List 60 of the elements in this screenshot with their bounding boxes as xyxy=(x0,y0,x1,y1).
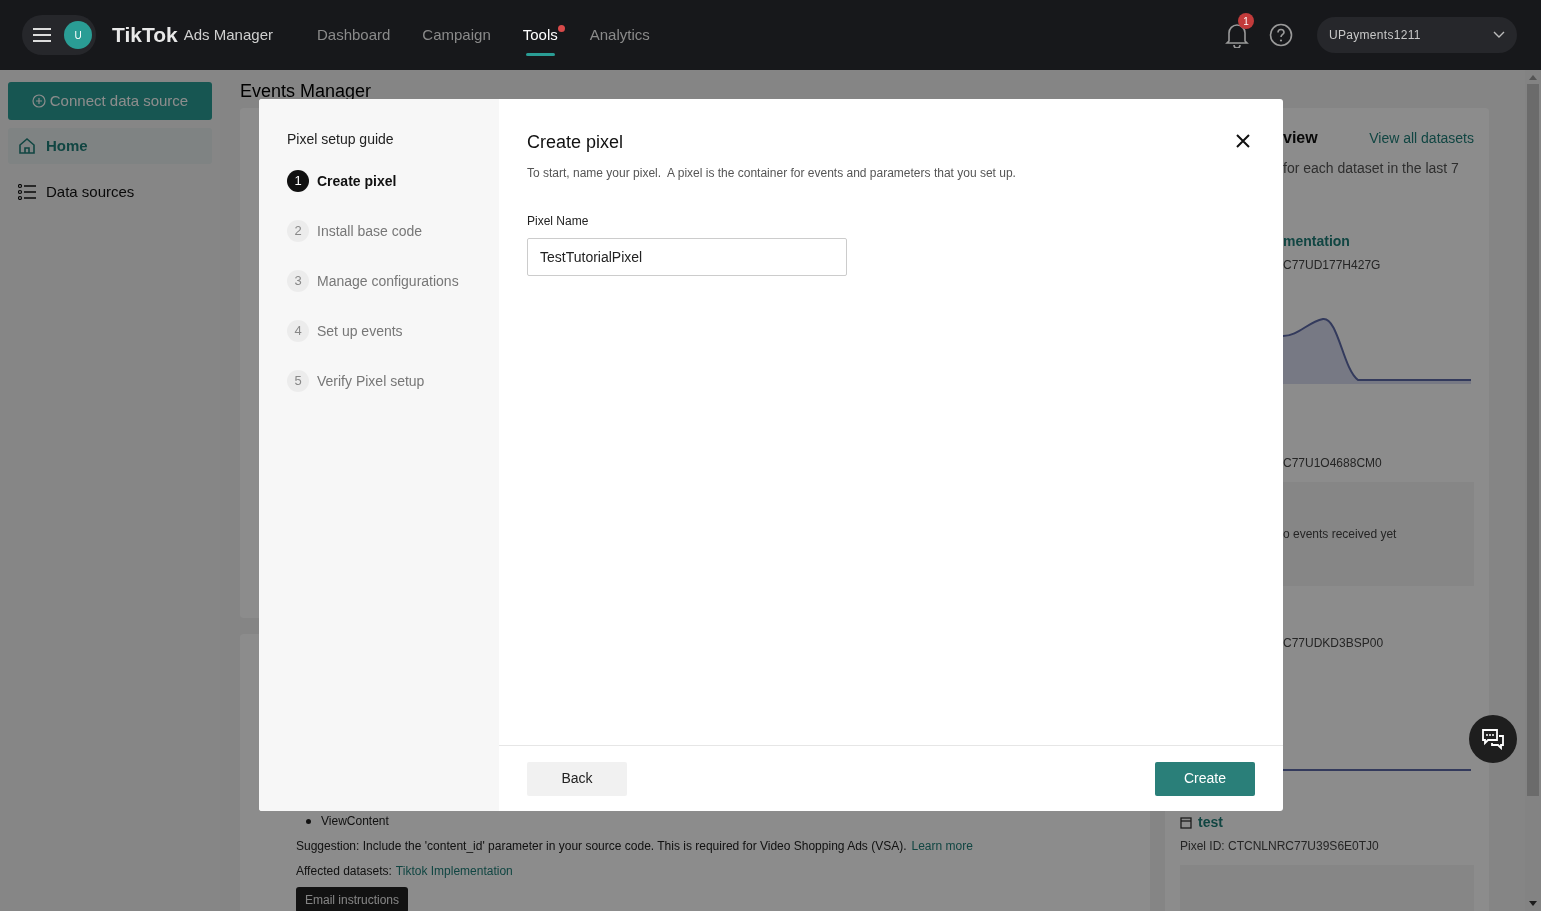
chat-icon xyxy=(1481,728,1505,750)
step-label: Manage configurations xyxy=(317,271,459,291)
field-label: Pixel Name xyxy=(527,213,590,230)
step-label: Create pixel xyxy=(317,171,397,191)
nav-tab[interactable]: Analytics xyxy=(589,0,650,70)
dataset-name-link[interactable]: mentation xyxy=(1283,231,1474,252)
page-title: Events Manager xyxy=(240,80,373,100)
logo-subtitle: Ads Manager xyxy=(183,24,273,45)
dataset-id: C77UD177H427G xyxy=(1283,257,1382,274)
bullet-icon xyxy=(306,818,311,824)
tab-underline xyxy=(525,53,555,56)
event-name: ViewContent xyxy=(321,813,389,830)
nav-tab[interactable]: Campaign xyxy=(422,0,491,70)
pixel-name-field[interactable]: TestTutorialPixel xyxy=(527,238,847,276)
chevron-down-icon xyxy=(1493,31,1505,39)
sidebar-item[interactable]: Home xyxy=(8,128,212,164)
dataset-name-link[interactable]: test xyxy=(1198,812,1223,833)
nav-tab[interactable]: Dashboard xyxy=(316,0,391,70)
avatar[interactable]: U xyxy=(64,21,92,49)
suggestion-text: Suggestion: Include the 'content_id' parameter in your source code. This is required for Video Shopping Ads (VSA). xyxy=(296,838,907,855)
sidebar-item[interactable]: Data sources xyxy=(8,174,212,210)
step-label: Install base code xyxy=(317,221,423,241)
overview-title: view xyxy=(1283,128,1318,148)
scroll-down-icon[interactable] xyxy=(1529,901,1537,907)
step-number: 5 xyxy=(287,370,309,392)
view-all-datasets-link[interactable]: View all datasets xyxy=(1369,127,1474,149)
modal-title: Create pixel xyxy=(527,131,624,154)
step-number: 1 xyxy=(287,170,309,192)
step-number: 2 xyxy=(287,220,309,242)
overview-subtitle: for each dataset in the last 7 xyxy=(1283,159,1460,178)
dataset-id: Pixel ID: CTCNLNRC77U39S6E0TJ0 xyxy=(1180,838,1380,855)
learn-more-link[interactable]: Learn more xyxy=(911,837,973,855)
home-icon xyxy=(18,137,36,155)
email-instructions-button[interactable]: Email instructions xyxy=(296,887,409,911)
guide-title: Pixel setup guide xyxy=(287,130,395,149)
step-label: Set up events xyxy=(317,321,403,341)
chat-button[interactable] xyxy=(1469,715,1517,763)
step-label: Verify Pixel setup xyxy=(317,371,425,391)
dataset-id: C77UDKD3BSP00 xyxy=(1283,635,1385,652)
close-icon xyxy=(1235,133,1251,149)
create-button[interactable]: Create xyxy=(1155,761,1255,796)
close-button[interactable] xyxy=(1235,133,1251,149)
affected-datasets-label: Affected datasets: xyxy=(296,863,392,880)
notification-badge: 1 xyxy=(1238,13,1254,29)
modal-description: To start, name your pixel. A pixel is the container for events and parameters that you set up. xyxy=(527,165,1017,182)
empty-state-text: o events received yet xyxy=(1283,526,1397,543)
list-icon xyxy=(18,184,36,200)
menu-icon[interactable] xyxy=(32,27,52,43)
plus-circle-icon xyxy=(31,94,46,108)
dataset-link[interactable]: Tiktok Implementation xyxy=(395,862,513,880)
logo: TikTok xyxy=(112,22,178,49)
back-button[interactable]: Back xyxy=(527,761,627,796)
scrollbar-thumb[interactable] xyxy=(1527,84,1539,796)
dataset-id: C77U1O4688CM0 xyxy=(1283,455,1383,472)
account-dropdown[interactable]: UPayments1211 xyxy=(1317,17,1517,53)
step-number: 3 xyxy=(287,270,309,292)
database-icon xyxy=(1180,816,1192,829)
step-number: 4 xyxy=(287,320,309,342)
help-icon[interactable] xyxy=(1269,23,1293,47)
nav-tab[interactable]: Tools xyxy=(522,0,558,70)
